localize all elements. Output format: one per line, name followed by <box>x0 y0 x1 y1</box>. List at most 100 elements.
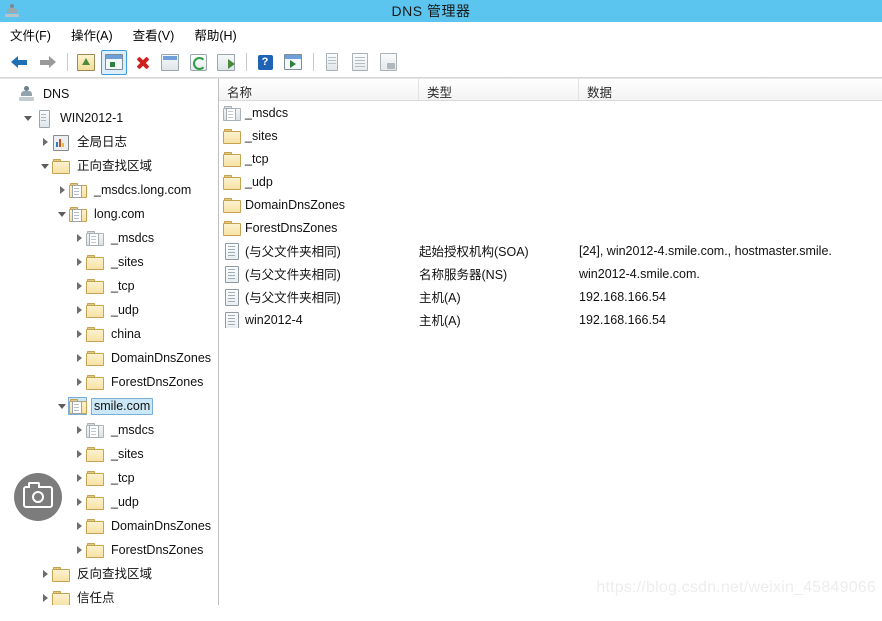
delete-icon <box>135 55 150 70</box>
chevron-right-icon[interactable] <box>38 594 52 602</box>
folder-icon <box>86 254 104 270</box>
tree-item[interactable]: _msdcs <box>0 226 218 250</box>
tree-item[interactable]: 正向查找区域 <box>0 154 218 178</box>
menu-file[interactable]: 文件(F) <box>10 23 62 46</box>
tree-item[interactable]: ForestDnsZones <box>0 538 218 562</box>
title-bar: DNS 管理器 <box>0 0 882 22</box>
cell-data: 192.168.166.54 <box>579 312 666 327</box>
folder-icon <box>52 566 70 582</box>
chevron-right-icon[interactable] <box>38 570 52 578</box>
table-row[interactable]: _sites <box>219 124 882 147</box>
tree-item[interactable]: 反向查找区域 <box>0 562 218 586</box>
tree-item[interactable]: 信任点 <box>0 586 218 605</box>
menu-view[interactable]: 查看(V) <box>133 23 186 46</box>
server-icon <box>326 53 338 71</box>
tree-item[interactable]: long.com <box>0 202 218 226</box>
chevron-right-icon[interactable] <box>38 138 52 146</box>
tree-item[interactable]: DNS <box>0 82 218 106</box>
tree-item[interactable]: _udp <box>0 298 218 322</box>
tree-item-label: 信任点 <box>77 590 115 605</box>
scavenge-icon <box>379 53 397 71</box>
tree-item[interactable]: _sites <box>0 442 218 466</box>
tree-item-label: DomainDnsZones <box>111 518 212 533</box>
chevron-right-icon[interactable] <box>72 306 86 314</box>
column-header-name[interactable]: 名称 <box>219 79 419 100</box>
cell-type: 主机(A) <box>419 314 461 328</box>
chevron-right-icon[interactable] <box>72 546 86 554</box>
tree-item-label: long.com <box>94 206 145 221</box>
tree-item[interactable]: _sites <box>0 250 218 274</box>
tree-item[interactable]: smile.com <box>0 394 218 418</box>
chevron-right-icon[interactable] <box>72 450 86 458</box>
table-row[interactable]: _msdcs <box>219 101 882 124</box>
chevron-down-icon[interactable] <box>21 115 35 121</box>
server-button[interactable] <box>319 50 345 75</box>
show-hide-console-tree-icon <box>105 54 123 70</box>
chevron-right-icon[interactable] <box>55 186 69 194</box>
chevron-down-icon[interactable] <box>55 211 69 217</box>
chevron-down-icon[interactable] <box>55 403 69 409</box>
chevron-right-icon[interactable] <box>72 378 86 386</box>
refresh-icon <box>189 53 207 71</box>
table-row[interactable]: (与父文件夹相同) 起始授权机构(SOA) [24], win2012-4.smil… <box>219 239 882 262</box>
table-row[interactable]: _udp <box>219 170 882 193</box>
properties-button[interactable] <box>157 50 183 75</box>
chevron-right-icon[interactable] <box>72 474 86 482</box>
cell-name: DomainDnsZones <box>219 197 419 213</box>
tree-item-label: ForestDnsZones <box>111 542 204 557</box>
scavenge-button[interactable] <box>375 50 401 75</box>
show-hide-console-tree-button[interactable] <box>101 49 127 75</box>
tree-item-label: _msdcs <box>111 230 155 245</box>
dns-record-icon <box>223 265 239 283</box>
cell-type: 名称服务器(NS) <box>419 268 508 282</box>
forward-button[interactable] <box>34 50 60 75</box>
column-header-data[interactable]: 数据 <box>579 79 882 100</box>
menu-help[interactable]: 帮助(H) <box>194 23 247 46</box>
server-icon <box>35 110 52 128</box>
table-row[interactable]: (与父文件夹相同) 主机(A) 192.168.166.54 <box>219 285 882 308</box>
tree-item[interactable]: ForestDnsZones <box>0 370 218 394</box>
zone-list-button[interactable] <box>347 50 373 75</box>
help-button[interactable]: ? <box>252 50 278 75</box>
up-one-level-button[interactable] <box>73 50 99 75</box>
new-window-button[interactable] <box>280 50 306 75</box>
table-row[interactable]: _tcp <box>219 147 882 170</box>
menu-action[interactable]: 操作(A) <box>71 23 124 46</box>
zone-list-icon <box>352 53 368 71</box>
table-row[interactable]: ForestDnsZones <box>219 216 882 239</box>
chevron-down-icon[interactable] <box>38 163 52 169</box>
url-watermark: https://blog.csdn.net/weixin_45849066 <box>596 579 876 596</box>
tree-item[interactable]: china <box>0 322 218 346</box>
chevron-right-icon[interactable] <box>72 234 86 242</box>
delete-button[interactable] <box>129 50 155 75</box>
tree-item[interactable]: _tcp <box>0 274 218 298</box>
folder-icon <box>86 374 104 390</box>
export-list-button[interactable] <box>213 50 239 75</box>
export-list-icon <box>217 53 235 71</box>
chevron-right-icon[interactable] <box>72 426 86 434</box>
back-button[interactable] <box>6 50 32 75</box>
table-row[interactable]: win2012-4 主机(A) 192.168.166.54 <box>219 308 882 331</box>
tree-item[interactable]: _msdcs.long.com <box>0 178 218 202</box>
table-row[interactable]: DomainDnsZones <box>219 193 882 216</box>
refresh-button[interactable] <box>185 50 211 75</box>
console-tree-panel[interactable]: DNS WIN2012-1 全局日志正向查找区域 _msdcs.long.comlon… <box>0 78 219 605</box>
chevron-right-icon[interactable] <box>72 522 86 530</box>
chevron-right-icon[interactable] <box>72 354 86 362</box>
tree-item[interactable]: DomainDnsZones <box>0 346 218 370</box>
folder-icon <box>86 542 104 558</box>
column-header-type[interactable]: 类型 <box>419 79 579 100</box>
tree-item[interactable]: 全局日志 <box>0 130 218 154</box>
chevron-right-icon[interactable] <box>72 498 86 506</box>
tree-item-label: ForestDnsZones <box>111 374 204 389</box>
chevron-right-icon[interactable] <box>72 258 86 266</box>
chevron-right-icon[interactable] <box>72 330 86 338</box>
cell-name: (与父文件夹相同) <box>219 241 419 260</box>
chevron-right-icon[interactable] <box>72 282 86 290</box>
records-list-panel[interactable]: 名称 类型 数据 _msdcs _sites _tcp _udp DomainDnsZo… <box>219 78 882 605</box>
tree-item-label: 正向查找区域 <box>77 158 153 173</box>
cell-name: (与父文件夹相同) <box>219 264 419 283</box>
tree-item[interactable]: _msdcs <box>0 418 218 442</box>
tree-item[interactable]: WIN2012-1 <box>0 106 218 130</box>
table-row[interactable]: (与父文件夹相同) 名称服务器(NS) win2012-4.smile.com. <box>219 262 882 285</box>
